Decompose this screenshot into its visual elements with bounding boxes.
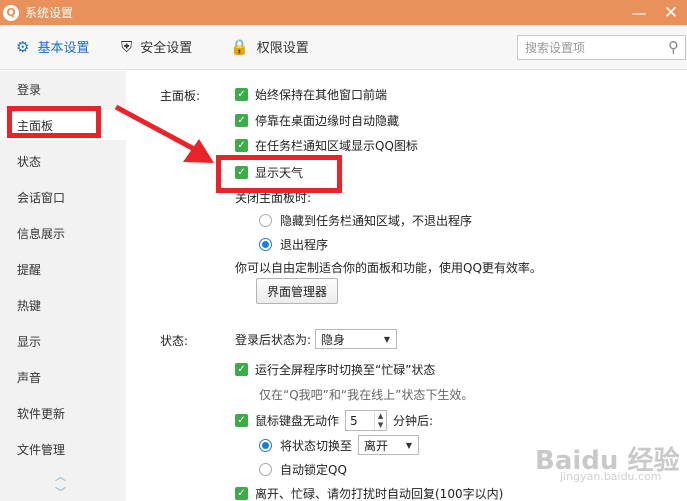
baidu-watermark-url: jingyan.baidu.com [560,470,662,483]
annotation-arrow-icon [114,104,214,163]
settings-window: Q 系统设置 — ✕ ⚙ 基本设置 ⛨ 安全设置 🔒 权限设置 ⚲ 登录 主面板… [0,0,687,501]
